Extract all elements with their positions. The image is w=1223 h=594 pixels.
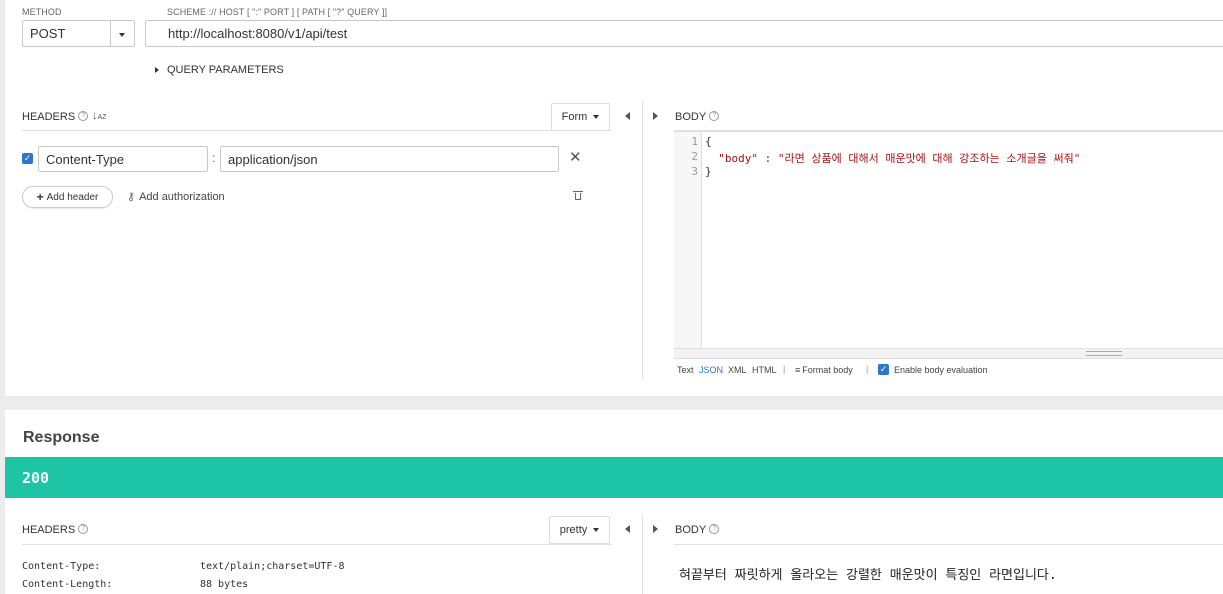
close-icon[interactable]: ✕ (569, 150, 582, 166)
response-header-value: 88 bytes (200, 579, 249, 590)
add-header-button[interactable]: + Add header (22, 186, 113, 208)
help-icon: ? (709, 111, 720, 121)
caret-right-icon (155, 67, 159, 73)
format-html[interactable]: HTML (752, 365, 777, 375)
headers-title: HEADERS? (22, 111, 89, 123)
url-label: SCHEME :// HOST [ ":" PORT ] [ PATH [ "?… (167, 7, 388, 17)
url-value: http://localhost:8080/v1/api/test (168, 26, 348, 41)
chevron-down-icon (593, 528, 600, 532)
method-select[interactable]: POST (22, 20, 135, 47)
body-title: BODY? (675, 111, 720, 123)
header-name-input[interactable]: Content-Type (38, 146, 208, 172)
format-icon: ≡ (795, 365, 801, 375)
help-icon: ? (709, 524, 720, 534)
chevron-down-icon (119, 33, 125, 37)
collapse-left-icon[interactable] (625, 525, 630, 533)
help-icon: ? (78, 111, 89, 121)
method-value: POST (30, 26, 66, 41)
line-number: 2 (691, 150, 698, 163)
body-editor[interactable]: 1 2 3 { "body" : "라면 상품에 대해서 매운맛에 대해 강조하… (674, 131, 1223, 359)
line-number: 3 (691, 165, 698, 178)
response-headers-title: HEADERS? (22, 524, 89, 536)
query-parameters-label: QUERY PARAMETERS (167, 64, 284, 76)
code-line: { (705, 135, 712, 148)
response-header-name: Content-Length: (22, 579, 113, 590)
format-text[interactable]: Text (677, 365, 694, 375)
format-body-button[interactable]: ≡ Format body (795, 365, 853, 375)
response-headers-mode-dropdown[interactable]: pretty (549, 516, 610, 544)
status-code: 200 (22, 469, 50, 487)
format-xml[interactable]: XML (728, 365, 747, 375)
response-body-title: BODY? (675, 524, 720, 536)
code-line: } (705, 165, 712, 178)
enable-eval-checkbox[interactable]: ✓ (878, 364, 889, 375)
collapse-right-icon[interactable] (653, 112, 658, 120)
query-parameters-toggle[interactable]: QUERY PARAMETERS (155, 64, 284, 76)
add-authorization-button[interactable]: ⚷ Add authorization (127, 190, 225, 204)
header-separator: : (212, 151, 216, 165)
response-title: Response (23, 429, 100, 446)
json-string: "라면 상품에 대해서 매운맛에 대해 강조하는 소개글을 써줘" (777, 152, 1081, 165)
collapse-left-icon[interactable] (625, 112, 630, 120)
json-key: "body" (718, 152, 758, 165)
response-body-text: 혀끝부터 짜릿하게 올라오는 강렬한 매운맛이 특징인 라면입니다. (679, 568, 1057, 583)
format-json[interactable]: JSON (699, 365, 723, 375)
response-header-value: text/plain;charset=UTF-8 (200, 561, 345, 572)
plus-icon: + (36, 190, 44, 204)
url-input[interactable]: http://localhost:8080/v1/api/test (145, 20, 1223, 47)
method-label: METHOD (22, 7, 62, 17)
collapse-right-icon[interactable] (653, 525, 658, 533)
editor-footer (674, 348, 1223, 358)
key-icon: ⚷ (127, 191, 136, 203)
code-line: "body" : "라면 상품에 대해서 매운맛에 대해 강조하는 소개글을 써… (718, 152, 1081, 165)
enable-eval-label: Enable body evaluation (894, 365, 988, 375)
line-number: 1 (691, 135, 698, 148)
status-bar: 200 (5, 457, 1223, 498)
response-header-name: Content-Type: (22, 561, 101, 572)
trash-icon[interactable] (573, 191, 583, 200)
header-value-input[interactable]: application/json (220, 146, 559, 172)
editor-gutter: 1 2 3 (674, 132, 702, 348)
chevron-down-icon (593, 115, 600, 119)
headers-mode-dropdown[interactable]: Form (551, 103, 610, 131)
header-enabled-checkbox[interactable]: ✓ (22, 153, 33, 164)
resize-handle[interactable] (1086, 351, 1122, 356)
sort-icon[interactable]: ↓AZ (92, 110, 106, 122)
help-icon: ? (78, 524, 89, 534)
